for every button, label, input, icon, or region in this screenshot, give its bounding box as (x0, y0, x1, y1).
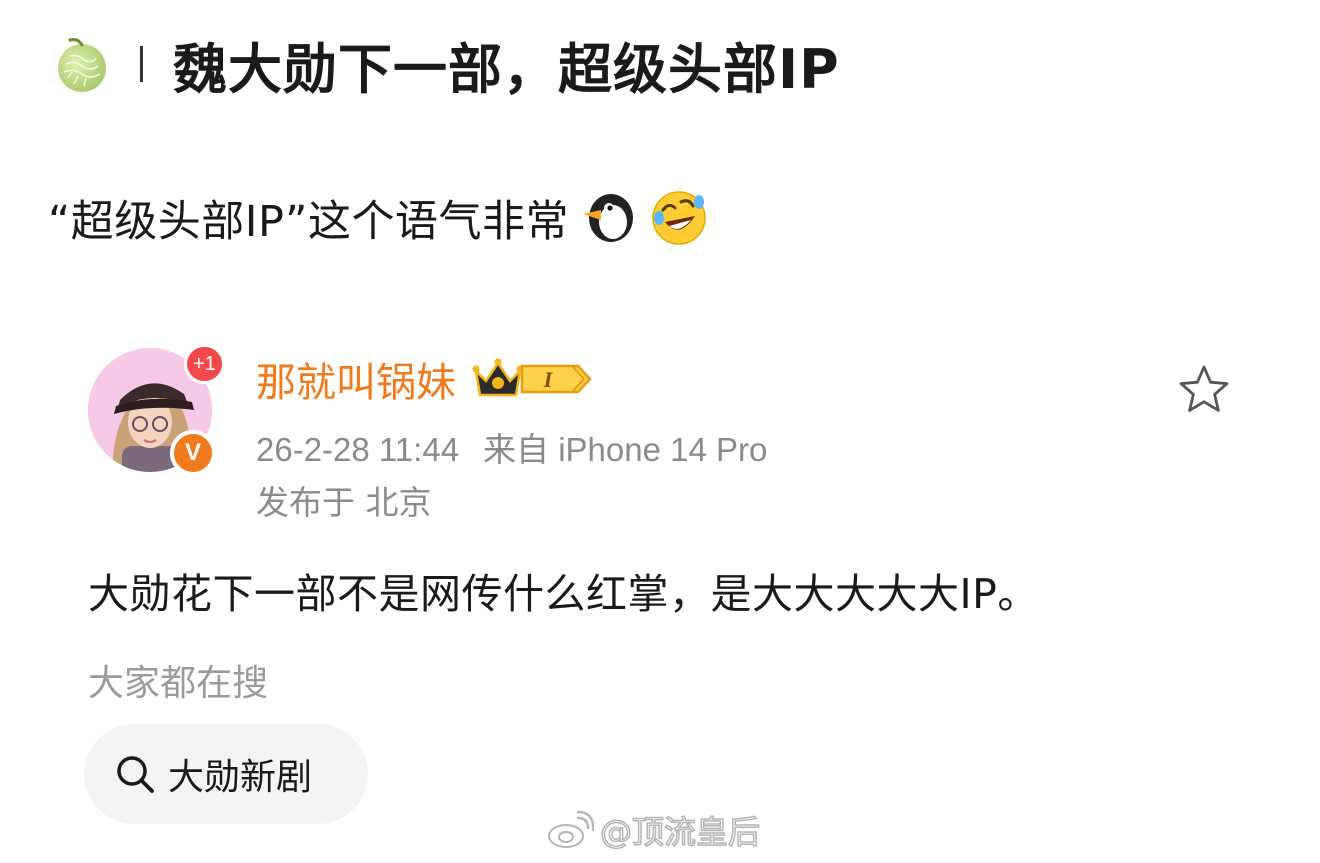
post-location: 发布于 北京 (256, 483, 432, 522)
trending-chip-label: 大勋新剧 (168, 757, 313, 798)
weibo-icon (548, 810, 594, 848)
verified-badge: V (170, 430, 216, 476)
crown-icon (472, 358, 524, 397)
post-timestamp: 26-2-28 11:44 (256, 431, 460, 468)
vip-level-tag: I (520, 364, 592, 394)
search-icon (117, 756, 154, 793)
post-header: 魏大勋下一部，超级头部IP (52, 28, 840, 101)
header-divider (140, 46, 143, 82)
username[interactable]: 那就叫锅妹 (256, 350, 456, 408)
page-title: 魏大勋下一部，超级头部IP (173, 37, 840, 101)
melon-icon (58, 38, 106, 92)
trending-label: 大家都在搜 (88, 663, 269, 704)
rolling-on-floor-laughing-icon (652, 191, 706, 245)
post-meta: 26-2-28 11:44 来自 iPhone 14 Pro (256, 423, 767, 471)
notification-badge: +1 (184, 344, 225, 384)
watermark-text: @顶流皇后 (599, 812, 761, 852)
watermark: @顶流皇后 (546, 806, 761, 854)
favorite-star-icon[interactable] (1176, 362, 1232, 418)
caption: “超级头部IP”这个语气非常 (48, 186, 709, 250)
caption-text: “超级头部IP”这个语气非常 (48, 197, 569, 247)
penguin-icon (582, 194, 633, 242)
vip-level: I (543, 367, 554, 392)
username-row: 那就叫锅妹 I (256, 350, 594, 408)
post-source: 来自 iPhone 14 Pro (483, 431, 768, 468)
post-body: 大勋花下一部不是网传什么红掌，是大大大大大IP。 (88, 570, 1039, 618)
trending-search-chip[interactable]: 大勋新剧 (84, 724, 368, 824)
vip-badge[interactable]: I (472, 357, 594, 401)
